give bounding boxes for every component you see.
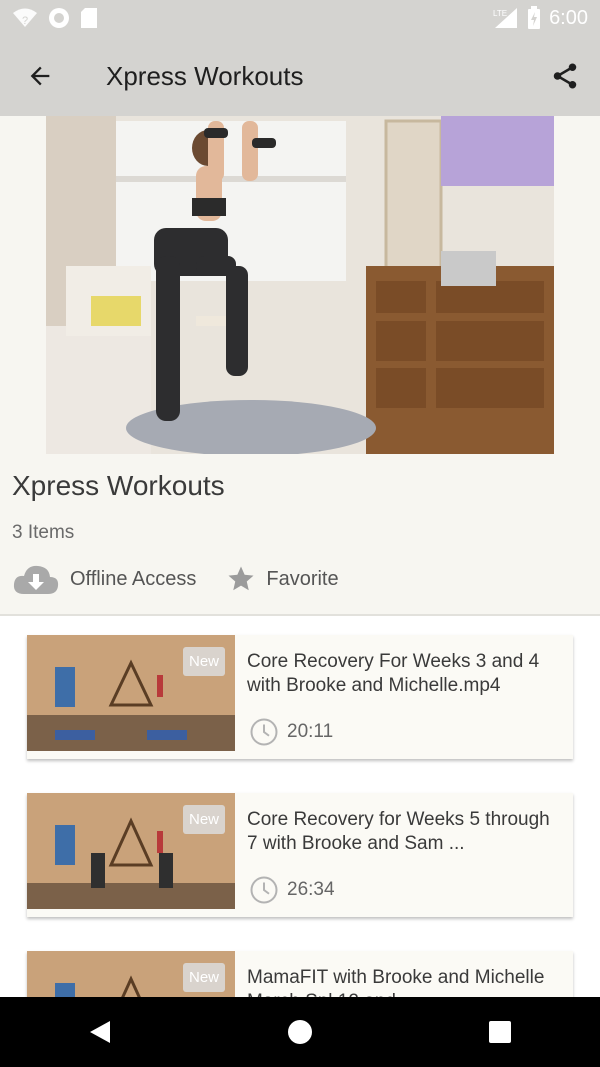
duration-text: 26:34: [287, 879, 335, 900]
nav-home-icon[interactable]: [287, 1019, 313, 1045]
video-thumbnail: New: [27, 951, 235, 997]
item-count: 3 Items: [12, 522, 75, 543]
status-right-icons: LTE 6:00: [489, 6, 588, 30]
video-title: MamaFIT with Brooke and Michelle March S…: [247, 967, 545, 997]
status-left-icons: ?: [12, 7, 98, 29]
clock-icon: [250, 718, 278, 746]
favorite-button[interactable]: Favorite: [226, 564, 339, 594]
video-title: Core Recovery for Weeks 5 through 7 with…: [247, 809, 550, 854]
system-nav-bar: [0, 997, 600, 1067]
video-card[interactable]: New MamaFIT with Brooke and Michelle Mar…: [27, 951, 573, 997]
collection-info: Xpress Workouts 3 Items Offline Access F…: [0, 454, 600, 616]
video-title: Core Recovery For Weeks 3 and 4 with Bro…: [247, 651, 540, 696]
offline-access-button[interactable]: Offline Access: [12, 562, 196, 596]
video-list: New Core Recovery For Weeks 3 and 4 with…: [0, 616, 600, 997]
new-badge: New: [182, 647, 225, 676]
share-icon: [553, 63, 577, 89]
new-badge: New: [182, 805, 225, 834]
hero-section: [0, 116, 600, 454]
nav-recents-icon[interactable]: [488, 1020, 512, 1044]
screen: ? LTE 6:00 Xpress Workouts Xpress Workou…: [0, 0, 600, 1067]
back-button[interactable]: [0, 36, 80, 116]
app-bar: Xpress Workouts: [0, 36, 600, 116]
page-title: Xpress Workouts: [106, 60, 304, 91]
video-card[interactable]: New Core Recovery For Weeks 3 and 4 with…: [27, 635, 573, 759]
status-bar: ? LTE 6:00: [0, 0, 600, 36]
favorite-label: Favorite: [266, 567, 339, 590]
video-card[interactable]: New Core Recovery for Weeks 5 through 7 …: [27, 793, 573, 917]
sync-circle-icon: [49, 8, 69, 28]
svg-text:LTE: LTE: [493, 9, 507, 18]
share-button[interactable]: [530, 36, 600, 116]
clock-icon: [250, 876, 278, 904]
sd-card-icon: [81, 8, 97, 28]
collection-actions: Offline Access Favorite: [12, 562, 369, 596]
duration-text: 20:11: [287, 721, 334, 742]
wifi-icon: ?: [13, 8, 37, 27]
offline-access-label: Offline Access: [70, 567, 197, 590]
nav-back-icon[interactable]: [88, 1019, 112, 1045]
new-badge: New: [182, 963, 225, 992]
status-time: 6:00: [549, 6, 588, 29]
svg-text:?: ?: [22, 15, 28, 27]
star-icon: [228, 566, 254, 591]
video-thumbnail: New: [27, 635, 235, 751]
hero-image: [46, 116, 554, 454]
video-thumbnail: New: [27, 793, 235, 909]
video-duration: 20:11: [249, 717, 333, 747]
cloud-download-icon: [13, 565, 59, 594]
video-duration: 26:34: [249, 875, 335, 905]
collection-title: Xpress Workouts: [12, 470, 225, 501]
signal-icon: LTE: [493, 8, 518, 28]
battery-icon: [528, 6, 541, 29]
arrow-back-icon: [30, 66, 50, 86]
